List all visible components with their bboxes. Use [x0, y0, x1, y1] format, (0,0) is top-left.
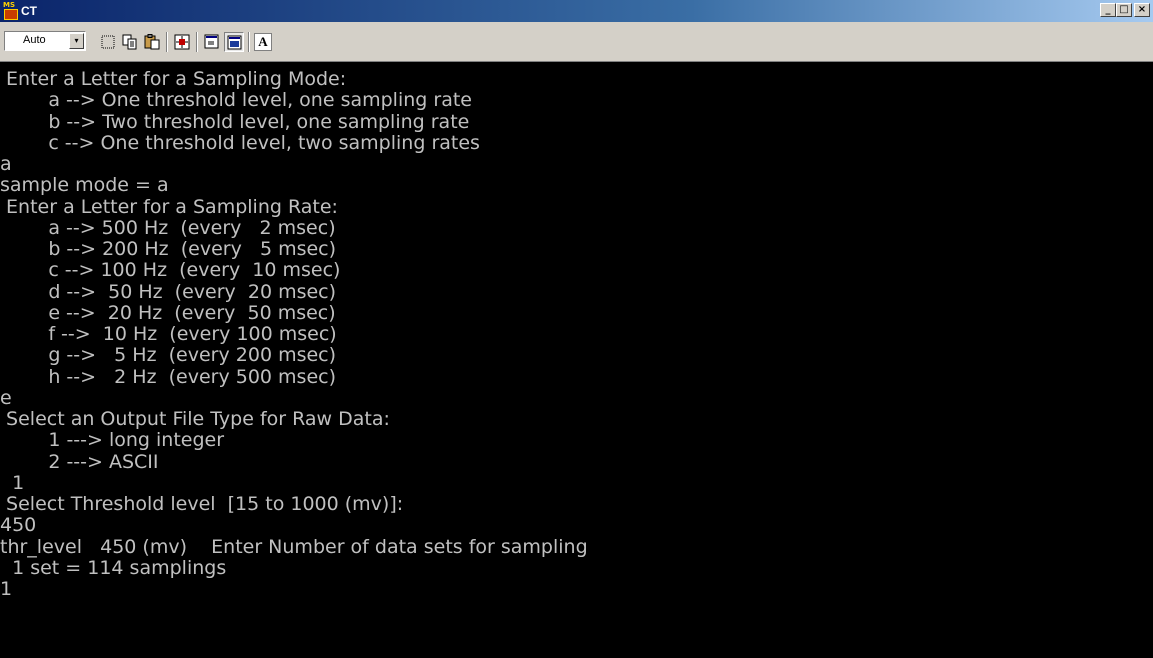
properties-icon: [204, 34, 219, 49]
console-line: 1: [0, 471, 25, 494]
console-line: d --> 50 Hz (every 20 msec): [0, 280, 337, 303]
title-bar[interactable]: MS CT _ □ ×: [0, 0, 1153, 22]
console-line: g --> 5 Hz (every 200 msec): [0, 344, 337, 367]
paste-button[interactable]: [142, 32, 162, 52]
console-line: 450: [0, 514, 37, 537]
app-icon[interactable]: MS: [3, 1, 19, 20]
console-line: Enter a Letter for a Sampling Mode:: [0, 68, 347, 90]
console-output[interactable]: Enter a Letter for a Sampling Mode: a --…: [0, 63, 1153, 658]
font-button[interactable]: A: [254, 33, 272, 51]
window-title: CT: [21, 4, 37, 18]
console-line: c --> One threshold level, two sampling …: [0, 131, 480, 154]
copy-button[interactable]: [120, 32, 140, 52]
console-line: a --> One threshold level, one sampling …: [0, 89, 472, 112]
properties-button[interactable]: [202, 32, 222, 52]
copy-icon: [122, 34, 137, 50]
chevron-down-icon[interactable]: ▾: [69, 33, 84, 49]
app-icon-label: MS: [3, 1, 16, 9]
background-button[interactable]: [224, 32, 244, 52]
toolbar-separator: [196, 32, 198, 52]
toolbar-separator: [248, 32, 250, 52]
console-line: b --> Two threshold level, one sampling …: [0, 110, 470, 133]
console-line: a --> 500 Hz (every 2 msec): [0, 216, 336, 239]
paste-icon: [144, 34, 160, 50]
close-button[interactable]: ×: [1134, 3, 1150, 17]
console-line: sample mode = a: [0, 174, 169, 197]
app-icon-glyph: [4, 9, 18, 20]
console-line: Select an Output File Type for Raw Data:: [0, 408, 390, 430]
window-controls: _ □ ×: [1100, 3, 1150, 19]
toolbar-separator: [166, 32, 168, 52]
maximize-button[interactable]: □: [1116, 3, 1132, 17]
console-line: thr_level 450 (mv) Enter Number of data …: [0, 535, 588, 558]
minimize-button[interactable]: _: [1100, 3, 1116, 17]
fullscreen-button[interactable]: [172, 32, 192, 52]
close-icon: ×: [1137, 4, 1147, 15]
console-line: a: [0, 153, 12, 175]
mark-icon: [101, 35, 115, 49]
font-size-value: Auto: [23, 34, 46, 46]
console-line: 1 ---> long integer: [0, 429, 225, 452]
console-line: Enter a Letter for a Sampling Rate:: [0, 195, 338, 218]
console-line: 2 ---> ASCII: [0, 450, 159, 473]
console-line: e --> 20 Hz (every 50 msec): [0, 301, 336, 324]
console-line: c --> 100 Hz (every 10 msec): [0, 259, 341, 282]
console-line: b --> 200 Hz (every 5 msec): [0, 238, 337, 260]
toolbar: Auto ▾ A: [0, 22, 1153, 62]
font-size-select[interactable]: Auto ▾: [4, 31, 86, 51]
minimize-icon: _: [1105, 4, 1111, 15]
console-line: Select Threshold level [15 to 1000 (mv)]…: [0, 493, 404, 515]
console-line: f --> 10 Hz (every 100 msec): [0, 323, 337, 345]
console-line: h --> 2 Hz (every 500 msec): [0, 365, 337, 388]
console-line: e: [0, 386, 12, 409]
background-icon: [227, 35, 242, 50]
console-line: 1: [0, 578, 13, 600]
fullscreen-icon: [174, 34, 190, 50]
console-line: 1 set = 114 samplings: [0, 556, 227, 579]
maximize-icon: □: [1119, 4, 1129, 15]
mark-button[interactable]: [98, 32, 118, 52]
